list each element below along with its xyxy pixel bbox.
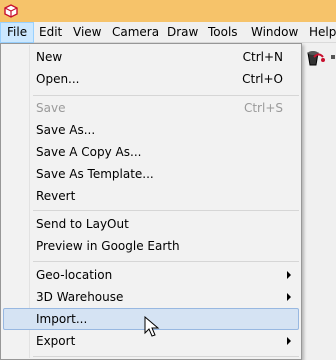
menu-item-revert[interactable]: Revert [3, 185, 299, 207]
title-bar [0, 0, 336, 22]
menu-item-label: Geo-location [36, 268, 113, 282]
menu-item-label: Revert [36, 189, 76, 203]
menu-item-preview-google-earth[interactable]: Preview in Google Earth [3, 235, 299, 257]
menu-bar: File Edit View Camera Draw Tools Window … [0, 22, 336, 43]
submenu-arrow-icon [287, 271, 291, 279]
menu-separator [33, 356, 299, 357]
menu-separator [33, 261, 299, 262]
toolbar-overflow-icon [331, 55, 335, 59]
submenu-arrow-icon [287, 293, 291, 301]
menu-item-save-as-template[interactable]: Save As Template... [3, 163, 299, 185]
menu-edit[interactable]: Edit [33, 22, 68, 43]
menu-item-label: Send to LayOut [36, 217, 129, 231]
menu-item-label: New [36, 50, 63, 64]
menu-item-open[interactable]: Open... Ctrl+O [3, 68, 299, 90]
sketchup-icon[interactable] [3, 3, 19, 19]
menu-item-label: Export [36, 334, 76, 348]
menu-item-label: Save As... [36, 123, 96, 137]
paint-bucket-icon[interactable] [304, 49, 326, 69]
menu-separator [33, 210, 299, 211]
menu-item-label: Save [36, 101, 66, 115]
menu-item-send-to-layout[interactable]: Send to LayOut [3, 213, 299, 235]
menu-item-geo-location[interactable]: Geo-location [3, 264, 299, 286]
file-menu-dropdown: New Ctrl+N Open... Ctrl+O Save Ctrl+S Sa… [0, 43, 302, 360]
menu-item-shortcut: Ctrl+S [243, 101, 283, 115]
submenu-arrow-icon [287, 337, 291, 345]
menu-item-3d-warehouse[interactable]: 3D Warehouse [3, 286, 299, 308]
mouse-pointer-icon [144, 316, 160, 337]
menu-help[interactable]: Help [303, 22, 336, 43]
menu-file[interactable]: File [0, 22, 35, 43]
menu-item-save: Save Ctrl+S [3, 97, 299, 119]
menu-item-label: Preview in Google Earth [36, 239, 180, 253]
menu-item-label: Save A Copy As... [36, 145, 142, 159]
menu-item-label: Save As Template... [36, 167, 154, 181]
menu-item-label: Open... [36, 72, 80, 86]
menu-draw[interactable]: Draw [161, 22, 204, 43]
menu-item-label: 3D Warehouse [36, 290, 124, 304]
menu-tools[interactable]: Tools [202, 22, 244, 43]
menu-item-save-as[interactable]: Save As... [3, 119, 299, 141]
menu-item-shortcut: Ctrl+O [242, 72, 283, 86]
menu-item-new[interactable]: New Ctrl+N [3, 46, 299, 68]
menu-view[interactable]: View [67, 22, 107, 43]
menu-window[interactable]: Window [245, 22, 304, 43]
menu-separator [33, 95, 299, 96]
menu-item-save-copy-as[interactable]: Save A Copy As... [3, 141, 299, 163]
toolbar-strip [298, 43, 336, 75]
menu-item-shortcut: Ctrl+N [242, 50, 283, 64]
menu-item-label: Import... [36, 312, 88, 326]
menu-camera[interactable]: Camera [106, 22, 165, 43]
